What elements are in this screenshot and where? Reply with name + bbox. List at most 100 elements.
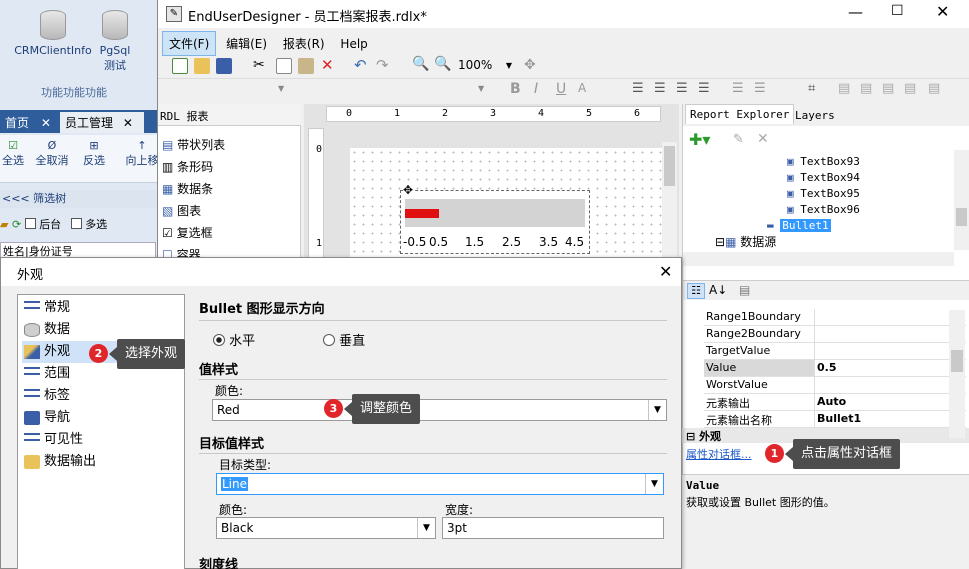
target-type-combo[interactable]: Line ▼	[216, 473, 664, 495]
property-row[interactable]: Range2Boundary	[704, 326, 966, 343]
radio-vertical[interactable]: 垂直	[323, 330, 365, 349]
layout-icon[interactable]: ▤	[838, 81, 850, 96]
backend-checkbox[interactable]	[24, 218, 36, 229]
redo-icon[interactable]: ↷	[376, 56, 389, 74]
deselect-all-button[interactable]: Ø 全取消	[34, 139, 70, 168]
save-icon[interactable]	[216, 58, 232, 74]
delete-icon[interactable]: ✕	[321, 56, 334, 74]
nav-general[interactable]: 常规	[22, 297, 182, 319]
zoom-combo[interactable]: 100% ▼	[458, 58, 514, 76]
tree-vscrollbar[interactable]	[954, 150, 969, 250]
nav-data-output[interactable]: 数据输出	[22, 451, 182, 473]
scroll-thumb[interactable]	[951, 350, 963, 372]
move-up-button[interactable]: ↑ 向上移	[122, 139, 162, 168]
outdent-icon[interactable]: ☰	[754, 81, 766, 96]
ribbon-button-pgsql[interactable]: PgSql 测试	[96, 10, 134, 73]
property-row[interactable]: 元素输出 Auto	[704, 394, 966, 411]
tab-employee-mgmt[interactable]: 员工管理 ✕	[60, 112, 144, 133]
remove-icon[interactable]: ✕	[757, 131, 769, 147]
multi-select-checkbox[interactable]	[70, 218, 82, 229]
justify-icon[interactable]: ☰	[698, 81, 710, 96]
nav-visibility[interactable]: 可见性	[22, 429, 182, 451]
zoom-in-icon[interactable]: 🔍	[434, 56, 451, 72]
property-vscrollbar[interactable]	[949, 310, 965, 438]
align-center-icon[interactable]: ☰	[654, 81, 666, 96]
scroll-thumb[interactable]	[664, 146, 675, 186]
layout-icon[interactable]: ▤	[928, 81, 940, 96]
toolbox-item-databar[interactable]: ▦ 数据条	[162, 178, 225, 200]
layout-icon[interactable]: ▤	[904, 81, 916, 96]
tab-home[interactable]: 首页 ✕	[0, 112, 58, 133]
bold-icon[interactable]: B	[510, 81, 521, 97]
undo-icon[interactable]: ↶	[354, 56, 367, 74]
toolbox-item-chart[interactable]: ▧ 图表	[162, 200, 225, 222]
italic-icon[interactable]: I	[534, 81, 538, 97]
chevron-down-icon[interactable]: ▼	[417, 518, 435, 538]
close-icon[interactable]: ✕	[936, 2, 949, 21]
move-icon[interactable]: ✥	[524, 57, 536, 73]
underline-icon[interactable]: U	[556, 81, 566, 97]
copy-icon[interactable]	[276, 58, 292, 74]
font-dropdown-icon[interactable]: ▼	[278, 84, 284, 93]
add-icon[interactable]: ✚▾	[689, 130, 710, 149]
sort-alpha-icon[interactable]: A↓	[709, 283, 727, 297]
grid-align-icon[interactable]: ⌗	[808, 81, 815, 96]
size-dropdown-icon[interactable]: ▼	[478, 84, 484, 93]
tree-item-textbox95[interactable]: ▣ TextBox95	[689, 186, 949, 202]
tab-layers[interactable]: Layers	[791, 106, 839, 125]
nav-data[interactable]: 数据	[22, 319, 182, 341]
menu-help[interactable]: Help	[334, 34, 373, 54]
move-handle-icon[interactable]: ✥	[403, 183, 414, 197]
property-value[interactable]: Auto	[817, 395, 846, 408]
layout-icon[interactable]: ▤	[882, 81, 894, 96]
tree-item-textbox94[interactable]: ▣ TextBox94	[689, 170, 949, 186]
bullet-control[interactable]: -0.5 0.5 1.5 2.5 3.5 4.5 ✥	[400, 183, 590, 254]
cut-icon[interactable]: ✂	[253, 57, 265, 73]
new-icon[interactable]	[172, 58, 188, 74]
align-right-icon[interactable]: ☰	[676, 81, 688, 96]
property-value[interactable]: 0.5	[817, 361, 837, 374]
menu-edit[interactable]: 编辑(E)	[220, 32, 273, 55]
property-row[interactable]: Value 0.5	[704, 360, 966, 377]
minimize-icon[interactable]: —	[848, 3, 863, 21]
font-color-icon[interactable]: A	[578, 81, 586, 95]
tree-item-bullet1[interactable]: ▬ Bullet1	[689, 218, 949, 234]
property-pages-icon[interactable]: ▤	[739, 283, 750, 297]
tree-item-textbox96[interactable]: ▣ TextBox96	[689, 202, 949, 218]
select-all-button[interactable]: ☑ 全选	[0, 139, 26, 168]
menu-file[interactable]: 文件(F)	[162, 31, 217, 56]
toolbox-item-barcode[interactable]: ▥ 条形码	[162, 156, 225, 178]
property-row[interactable]: 元素输出名称 Bullet1	[704, 411, 966, 428]
close-icon[interactable]: ✕	[41, 116, 51, 130]
toolbox-item-list[interactable]: ▤ 带状列表	[162, 134, 225, 156]
invert-selection-button[interactable]: ⊞ 反选	[80, 139, 108, 168]
maximize-icon[interactable]: ☐	[891, 3, 904, 19]
refresh-icon[interactable]: ⟳	[12, 218, 21, 231]
menu-report[interactable]: 报表(R)	[277, 32, 331, 55]
layout-icon[interactable]: ▤	[860, 81, 872, 96]
radio-horizontal[interactable]: 水平	[213, 330, 255, 349]
property-row[interactable]: TargetValue	[704, 343, 966, 360]
property-value[interactable]: Bullet1	[817, 412, 861, 425]
target-width-input[interactable]: 3pt	[442, 517, 664, 539]
nav-navigation[interactable]: 导航	[22, 407, 182, 429]
chevron-down-icon[interactable]: ▼	[648, 400, 666, 420]
indent-icon[interactable]: ☰	[732, 81, 744, 96]
collapse-icon[interactable]: ⊟	[715, 235, 725, 249]
close-icon[interactable]: ✕	[123, 116, 133, 130]
toolbox-item-checkbox[interactable]: ☑ 复选框	[162, 222, 225, 244]
filter-tree-header[interactable]: <<< 筛选树	[0, 190, 160, 208]
ribbon-button-crmclientinfo[interactable]: CRMClientInfo	[12, 10, 94, 57]
tree-item-datasource[interactable]: ⊟▦ 数据源	[689, 234, 949, 250]
edit-icon[interactable]: ✎	[733, 132, 744, 147]
zoom-out-icon[interactable]: 🔍	[412, 56, 429, 72]
property-row[interactable]: Range1Boundary	[704, 309, 966, 326]
close-icon[interactable]: ✕	[659, 262, 672, 281]
paste-icon[interactable]	[298, 58, 314, 74]
tree-item-textbox93[interactable]: ▣ TextBox93	[689, 154, 949, 170]
property-dialog-link[interactable]: 属性对话框...	[686, 446, 752, 462]
align-left-icon[interactable]: ☰	[632, 81, 644, 96]
target-color-combo[interactable]: Black ▼	[216, 517, 436, 539]
tree-hscrollbar[interactable]	[683, 252, 954, 266]
field-combo[interactable]: 姓名|身份证号	[0, 242, 156, 258]
